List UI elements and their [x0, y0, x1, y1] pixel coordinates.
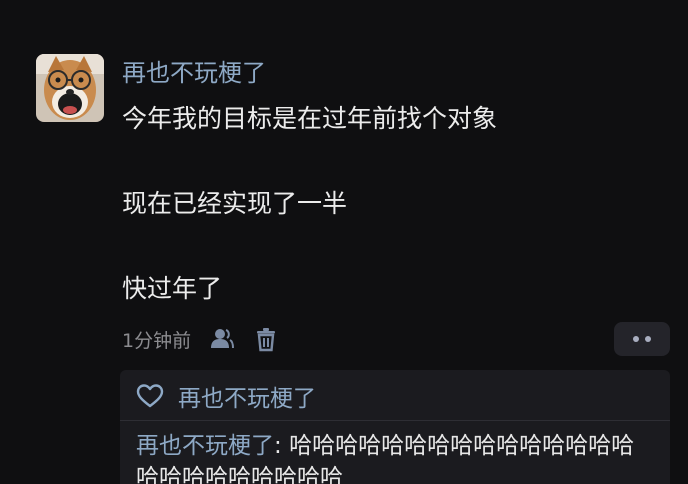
- reply-separator: :: [274, 433, 290, 459]
- post-content-line-2: 现在已经实现了一半: [122, 189, 348, 218]
- avatar-image: [36, 54, 104, 122]
- likes-row: 再也不玩梗了: [136, 380, 316, 412]
- post-content-line-3: 快过年了: [122, 274, 223, 303]
- trash-icon[interactable]: [253, 326, 279, 352]
- post-meta-row: 1分钟前: [122, 322, 279, 356]
- like-user-name[interactable]: 再也不玩梗了: [178, 379, 316, 413]
- more-dots-icon: [633, 336, 639, 342]
- person-icon[interactable]: [209, 326, 235, 352]
- reply-author-name[interactable]: 再也不玩梗了: [136, 433, 274, 459]
- divider: [120, 420, 670, 421]
- post-content-line-1: 今年我的目标是在过年前找个对象: [122, 104, 498, 133]
- more-options-button[interactable]: [614, 322, 670, 356]
- avatar[interactable]: [36, 54, 104, 122]
- heart-outline-icon[interactable]: [136, 383, 164, 409]
- reply-item[interactable]: 再也不玩梗了: 哈哈哈哈哈哈哈哈哈哈哈哈哈哈哈哈哈哈哈哈哈哈哈哈: [136, 430, 656, 484]
- post-timestamp: 1分钟前: [122, 329, 192, 352]
- post-author-name[interactable]: 再也不玩梗了: [122, 58, 266, 88]
- likes-and-replies-panel: 再也不玩梗了 再也不玩梗了: 哈哈哈哈哈哈哈哈哈哈哈哈哈哈哈哈哈哈哈哈哈哈哈哈: [120, 370, 670, 484]
- comment-post: 再也不玩梗了 今年我的目标是在过年前找个对象 现在已经实现了一半 快过年了 1分…: [0, 0, 688, 484]
